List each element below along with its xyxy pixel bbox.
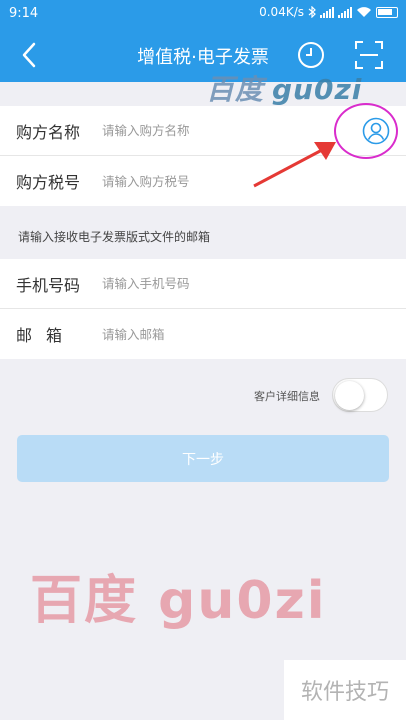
status-bar: 9:14 0.04K/s — [0, 0, 406, 28]
watermark-top: 百度 gu0zi — [206, 68, 362, 108]
status-indicators: 0.04K/s — [259, 5, 398, 19]
email-input[interactable] — [102, 326, 322, 342]
next-button[interactable]: 下一步 — [17, 435, 389, 482]
signal-icon — [338, 6, 352, 18]
buyer-tax-row: 购方税号 — [0, 156, 406, 206]
contact-form: 手机号码 邮箱 — [0, 259, 406, 359]
scan-button[interactable] — [354, 40, 384, 70]
buyer-name-label: 购方名称 — [16, 122, 81, 142]
toggle-knob — [335, 381, 364, 410]
phone-label: 手机号码 — [16, 275, 81, 295]
clock-icon — [298, 42, 324, 68]
buyer-tax-label: 购方税号 — [16, 173, 81, 192]
watermark-bottom: 百度 gu0zi — [30, 571, 327, 631]
bluetooth-icon — [308, 6, 316, 18]
buyer-name-input[interactable] — [102, 123, 322, 138]
detail-toggle-label: 客户详细信息 — [254, 390, 320, 403]
pointer-arrow-icon — [253, 142, 336, 188]
email-row: 邮箱 — [0, 309, 406, 359]
footer-watermark: 软件技巧 — [284, 660, 406, 720]
signal-icon — [320, 6, 334, 18]
page-title: 增值税·电子发票 — [137, 47, 269, 68]
phone-row: 手机号码 — [0, 259, 406, 309]
detail-toggle[interactable] — [332, 378, 388, 412]
battery-icon — [376, 6, 398, 18]
wifi-icon — [357, 7, 371, 17]
highlight-circle — [334, 103, 398, 159]
scan-frame-icon — [355, 41, 383, 69]
email-hint: 请输入接收电子发票版式文件的邮箱 — [18, 230, 211, 244]
phone-input[interactable] — [102, 276, 322, 291]
network-speed: 0.04K/s — [259, 5, 304, 19]
watermark-gu0zi: gu0zi — [272, 73, 363, 106]
status-time: 9:14 — [9, 6, 39, 21]
watermark-baidu: 百度 — [206, 73, 265, 106]
email-label: 邮箱 — [16, 326, 77, 345]
history-button[interactable] — [296, 40, 326, 70]
